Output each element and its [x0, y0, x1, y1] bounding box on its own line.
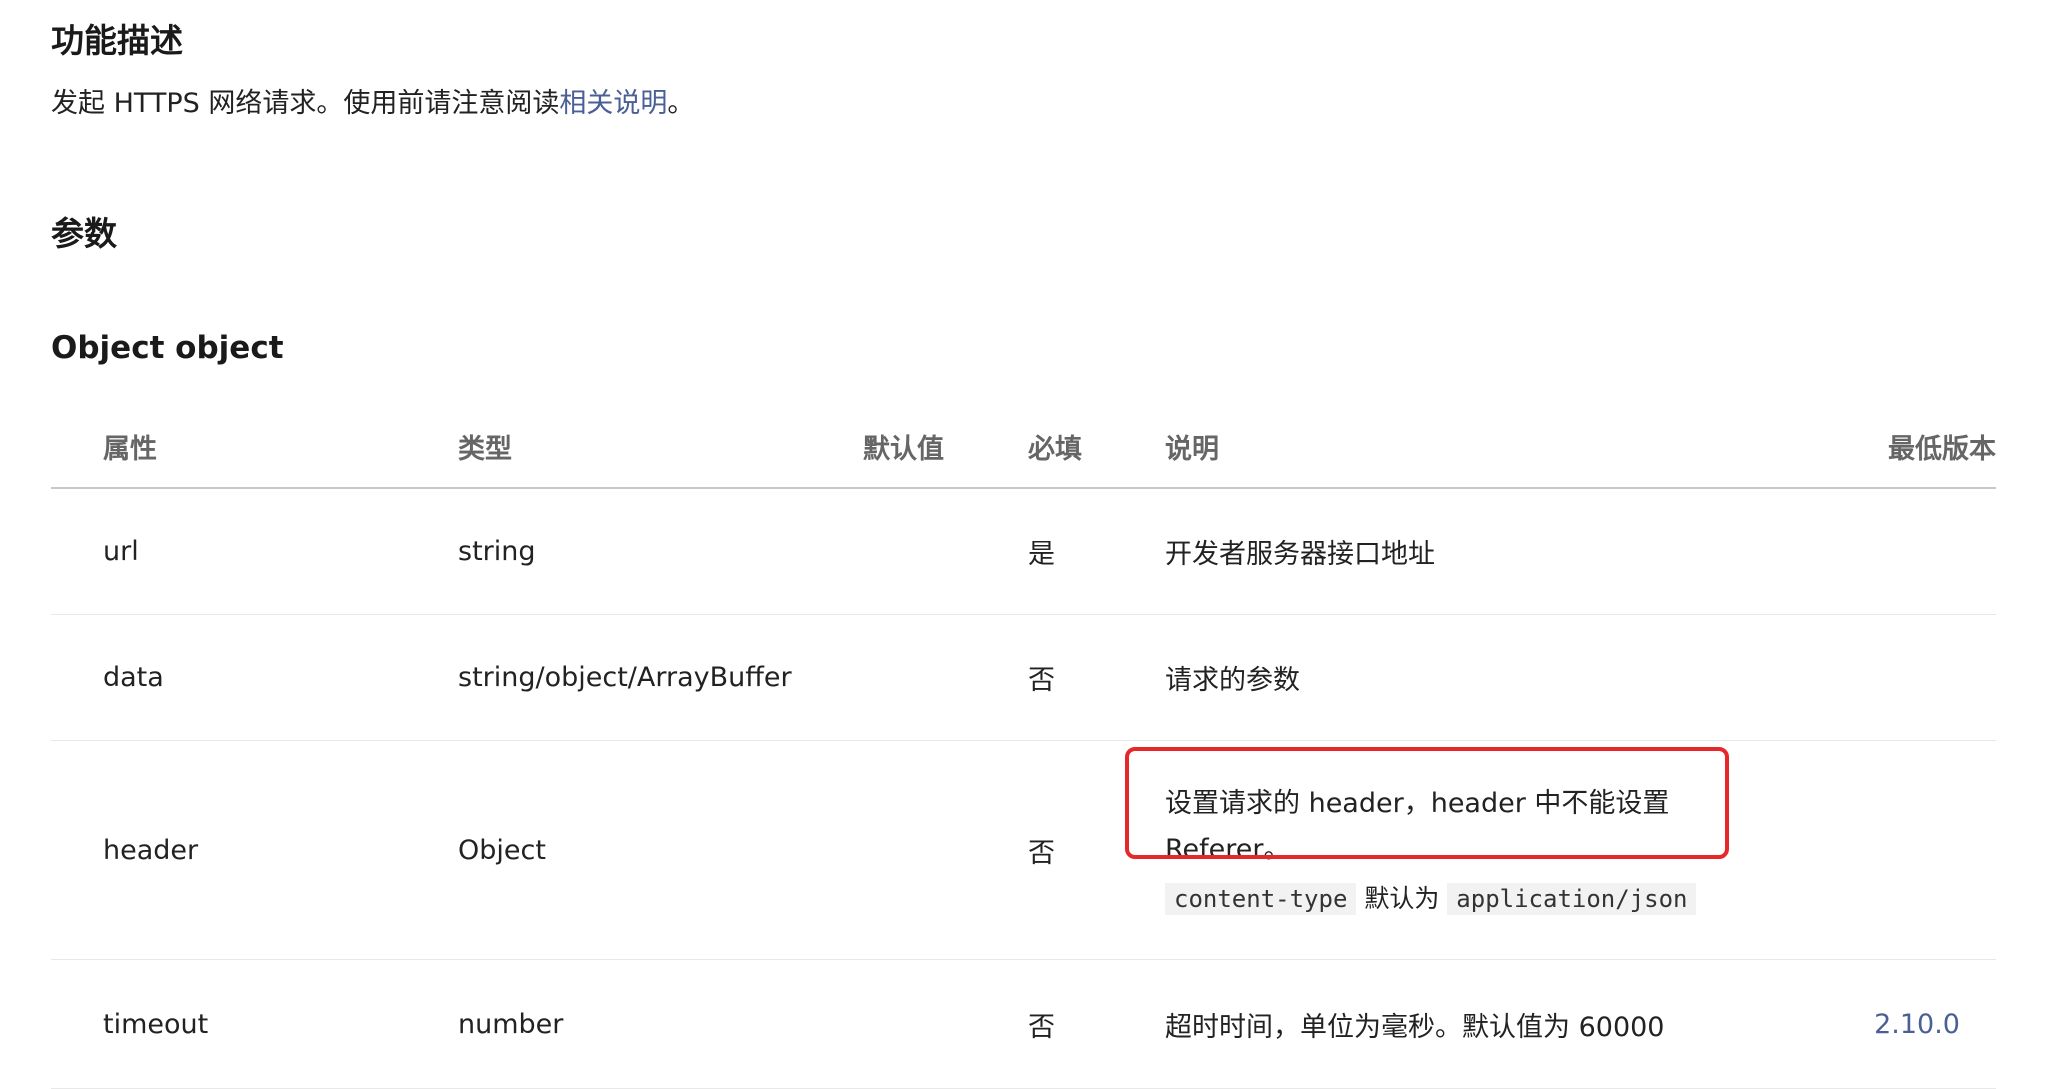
table-row: header Object 否 设置请求的 header，header 中不能设… [51, 740, 1996, 960]
cell-description: 开发者服务器接口地址 [1165, 488, 1856, 615]
table-row: timeout number 否 超时时间，单位为毫秒。默认值为 60000 2… [51, 959, 1996, 1089]
default-label: 默认为 [1356, 884, 1448, 913]
cell-version [1856, 614, 1996, 741]
params-heading: 参数 [51, 214, 117, 253]
intro-text-end: 。 [667, 88, 695, 119]
default-content-type-note: content-type 默认为 application/json [1165, 879, 1705, 919]
header-type: 类型 [458, 405, 863, 489]
intro-paragraph: 发起 HTTPS 网络请求。使用前请注意阅读相关说明。 [51, 84, 694, 124]
cell-type: string/object/ArrayBuffer [458, 614, 863, 741]
cell-default [863, 959, 1028, 1089]
cell-type: Object [458, 740, 863, 960]
header-description: 说明 [1165, 405, 1856, 489]
header-required: 必填 [1028, 405, 1165, 489]
intro-text: 发起 HTTPS 网络请求。使用前请注意阅读 [51, 88, 560, 119]
object-title: Object object [51, 330, 284, 366]
cell-description: 超时时间，单位为毫秒。默认值为 60000 [1165, 959, 1856, 1089]
red-highlight-annotation [1125, 747, 1729, 859]
cell-name: data [51, 614, 458, 741]
header-version: 最低版本 [1856, 405, 1996, 489]
cell-default [863, 488, 1028, 615]
cell-description: 请求的参数 [1165, 614, 1856, 741]
cell-default [863, 740, 1028, 960]
cell-default [863, 614, 1028, 741]
cell-required: 否 [1028, 959, 1165, 1089]
application-json-code: application/json [1447, 883, 1697, 915]
cell-version: 2.10.0 [1856, 959, 1996, 1089]
content-type-code: content-type [1165, 883, 1357, 915]
cell-version [1856, 740, 1996, 960]
related-docs-link[interactable]: 相关说明 [559, 88, 667, 119]
table-row: data string/object/ArrayBuffer 否 请求的参数 [51, 614, 1996, 741]
cell-name: header [51, 740, 458, 960]
cell-type: number [458, 959, 863, 1089]
table-row: url string 是 开发者服务器接口地址 [51, 488, 1996, 615]
header-default: 默认值 [863, 405, 1028, 489]
cell-required: 是 [1028, 488, 1165, 615]
cell-required: 否 [1028, 614, 1165, 741]
function-heading: 功能描述 [51, 21, 183, 60]
cell-name: url [51, 488, 458, 615]
cell-version [1856, 488, 1996, 615]
cell-type: string [458, 488, 863, 615]
table-header-row: 属性 类型 默认值 必填 说明 最低版本 [51, 405, 1996, 489]
params-table: 属性 类型 默认值 必填 说明 最低版本 url string 是 开发者服务器… [51, 405, 1996, 1089]
cell-name: timeout [51, 959, 458, 1089]
header-name: 属性 [51, 405, 458, 489]
cell-description: 设置请求的 header，header 中不能设置 Referer。 conte… [1125, 740, 1856, 960]
header-description-block: 设置请求的 header，header 中不能设置 Referer。 conte… [1125, 747, 1729, 919]
version-link[interactable]: 2.10.0 [1874, 1009, 1960, 1040]
